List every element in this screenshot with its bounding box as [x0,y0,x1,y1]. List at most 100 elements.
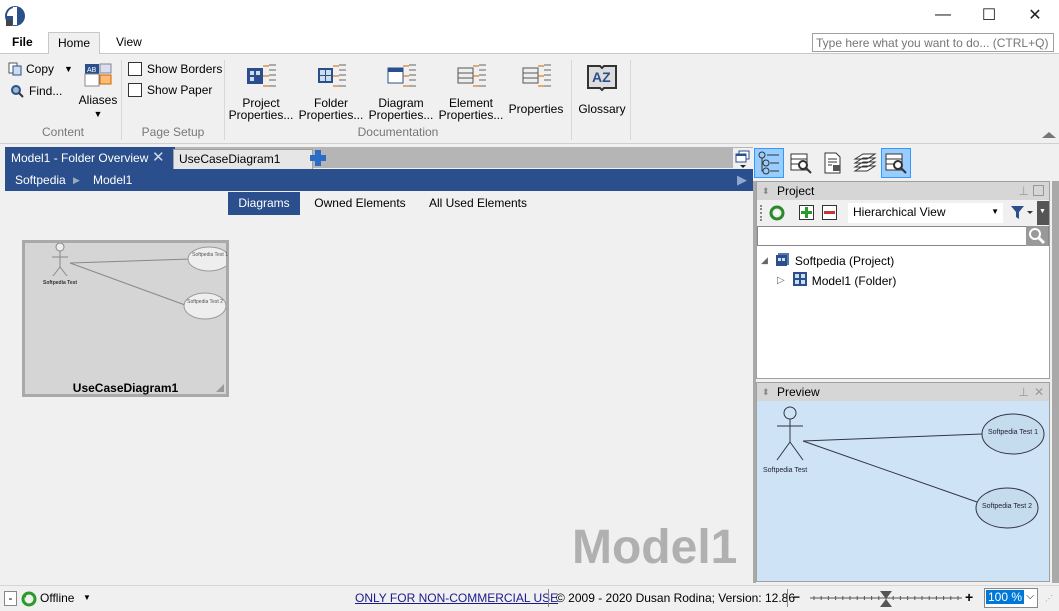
button-label-line2: Properties... [228,108,294,122]
project-panel-header[interactable]: ⬍ Project ⊥ [757,182,1049,200]
minimize-button[interactable]: — [920,0,966,30]
diagram-thumbnail-title: UseCaseDiagram1 [72,381,179,395]
view-mode-select[interactable]: Hierarchical View ▼ [848,203,1003,223]
use-case-label: Softpedia Test 1 [192,252,228,258]
show-borders-checkbox[interactable]: Show Borders [128,62,222,76]
element-properties-icon [455,62,487,94]
preview-panel-header[interactable]: ⬍ Preview ⊥ ✕ [757,383,1049,401]
sync-status-icon [21,591,37,610]
command-search-input[interactable] [812,33,1054,52]
find-button[interactable]: Find... [10,84,62,98]
tab-owned-elements[interactable]: Owned Elements [306,192,414,215]
element-properties-button[interactable]: Element Properties... [438,62,504,121]
svg-text:AZ: AZ [592,69,611,85]
tab-all-used-elements[interactable]: All Used Elements [420,192,536,215]
button-label-line2: Properties... [368,108,434,122]
panel-grip-icon: ⬍ [762,387,770,397]
close-tab-icon[interactable]: ✕ [152,147,165,169]
find-icon [10,84,24,98]
button-label-line2: Properties... [438,108,504,122]
size-grip-icon[interactable]: ⋰ [1045,594,1053,603]
diagram-properties-icon [385,62,417,94]
zoom-select[interactable]: 100 % ⌵ [984,588,1038,608]
doc-tab-label: Model1 - Folder Overview [11,151,149,165]
checkbox-box[interactable] [128,83,142,97]
connection-status[interactable]: Offline [40,591,74,605]
zoom-value: 100 % [986,590,1025,604]
zoom-slider[interactable] [810,591,962,607]
tab-diagrams[interactable]: Diagrams [228,192,300,215]
breadcrumb-item[interactable]: Softpedia [15,169,66,191]
project-icon [775,252,790,269]
breadcrumb-separator-icon: ▶ [73,175,80,185]
tab-home[interactable]: Home [48,32,100,55]
glossary-button[interactable]: AZ Glossary [574,62,630,115]
maximize-button[interactable]: ☐ [966,0,1012,30]
license-link[interactable]: ONLY FOR NON-COMMERCIAL USE [355,591,558,605]
menu-file[interactable]: File [2,32,43,55]
collapse-ribbon-icon[interactable] [1042,132,1056,138]
chevron-down-icon: ⌵ [1026,591,1034,602]
ribbon-separator [571,60,572,140]
folder-properties-button[interactable]: Folder Properties... [298,62,364,121]
maximize-panel-icon[interactable] [1033,185,1044,196]
tree-item-project[interactable]: ◢ Softpedia (Project) [761,252,894,269]
actor-label: Softpedia Test [43,280,78,286]
properties-icon [520,62,552,94]
panel-title: Preview [777,385,820,399]
pin-icon[interactable]: ⊥ [1019,383,1029,401]
tab-view[interactable]: View [106,32,152,55]
project-tree-icon[interactable] [754,148,784,178]
properties-button[interactable]: Properties [506,62,566,115]
close-panel-icon[interactable]: ✕ [1034,383,1044,401]
view-mode-value: Hierarchical View [853,205,946,219]
search-elements-icon[interactable] [786,148,816,178]
project-properties-button[interactable]: Project Properties... [228,62,294,121]
copy-label: Copy [26,62,55,76]
diagram-properties-button[interactable]: Diagram Properties... [368,62,434,121]
aliases-button[interactable]: AB Aliases ▼ [78,62,118,120]
chevron-down-icon: ▼ [991,207,999,216]
zoom-out-icon[interactable]: − [793,590,800,604]
aliases-dropdown-icon: ▼ [93,109,103,119]
resize-grip-icon [216,384,224,392]
panel-title: Project [777,184,815,198]
title-bar [0,0,1059,32]
breadcrumb-next-icon[interactable]: ▶ [737,169,747,191]
copy-dropdown-icon[interactable]: ▼ [64,64,73,74]
search-icon[interactable] [1026,226,1048,246]
copyright-text: © 2009 - 2020 Dusan Rodina; Version: 12.… [556,591,796,605]
breadcrumb: Softpedia ▶ Model1 ▶ [5,169,753,191]
project-search-input[interactable] [758,227,1028,245]
close-button[interactable]: ✕ [1012,0,1058,30]
connection-dropdown-icon[interactable]: ▼ [83,593,91,602]
documentation-icon[interactable] [818,148,848,178]
app-logo-icon[interactable] [4,5,26,27]
doc-tab-folder-overview[interactable]: Model1 - Folder Overview ✕ [5,147,175,169]
zoom-in-icon[interactable]: + [965,589,973,605]
filter-icon[interactable] [1010,204,1034,223]
remove-icon[interactable] [822,205,837,220]
project-tree: ◢ Softpedia (Project) ▷ Model1 (Folder) [757,246,1049,366]
collapsed-arrow-icon[interactable]: ▷ [777,275,785,286]
status-bar: - Offline ▼ ONLY FOR NON-COMMERCIAL USE … [0,585,1059,611]
copy-button[interactable]: Copy ▼ [8,62,73,76]
preview-icon[interactable] [881,148,911,178]
doc-tab-usecasediagram1[interactable]: UseCaseDiagram1 [173,149,313,169]
collapse-status-button[interactable]: - [4,591,17,606]
refresh-icon[interactable] [769,205,785,224]
glossary-book-icon: AZ [586,62,618,94]
breadcrumb-item[interactable]: Model1 [93,169,132,191]
diagram-thumbnail[interactable]: Softpedia Test Softpedia Test 1 Softpedi… [22,240,229,397]
add-icon[interactable] [799,205,814,220]
expanded-arrow-icon[interactable]: ◢ [761,255,768,266]
overflow-button[interactable]: ▼ [1037,201,1049,225]
add-tab-icon[interactable] [310,150,326,166]
window-list-icon[interactable] [733,148,753,170]
show-paper-checkbox[interactable]: Show Paper [128,83,212,97]
checkbox-box[interactable] [128,62,142,76]
folder-icon [792,272,807,289]
tree-item-folder[interactable]: ▷ Model1 (Folder) [777,272,896,289]
pin-icon[interactable]: ⊥ [1019,182,1029,200]
layers-icon[interactable] [850,148,880,178]
